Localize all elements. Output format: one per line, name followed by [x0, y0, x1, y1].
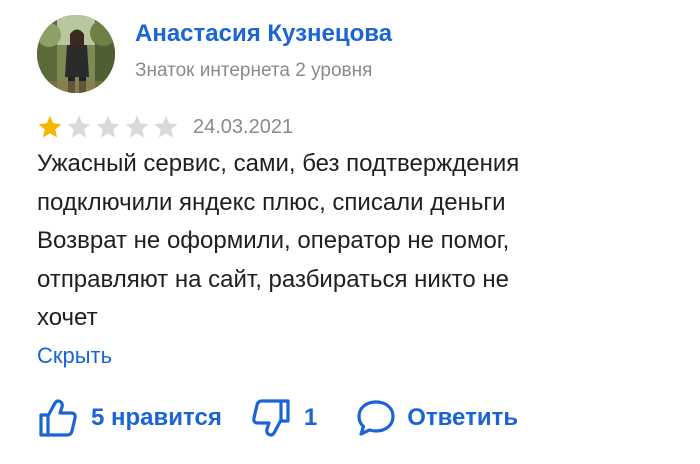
star-rating: [37, 114, 179, 140]
author-level: Знаток интернета 2 уровня: [135, 60, 373, 81]
author-name[interactable]: Анастасия Кузнецова: [135, 20, 392, 48]
thumbs-up-icon: [39, 399, 77, 437]
review-text-line: Возврат не оформили, оператор не помог,: [37, 227, 510, 254]
collapse-link[interactable]: Скрыть: [37, 343, 112, 369]
star-empty-icon: [96, 115, 120, 138]
star-filled-icon: [38, 115, 62, 138]
review-text-line: подключили яндекс плюс, списали деньги: [37, 188, 506, 216]
review-text: Ужасный сервис, сами, без подтверждения …: [37, 145, 667, 338]
avatar-photo: [37, 15, 115, 93]
review-text-line: отправляют на сайт, разбираться никто не: [37, 265, 509, 293]
like-count-label: 5 нравится: [91, 404, 222, 431]
star-empty-icon: [154, 115, 178, 138]
dislike-button[interactable]: 1: [250, 398, 317, 438]
reply-label: Ответить: [407, 404, 519, 431]
dislike-count-label: 1: [303, 404, 318, 431]
review-actions: 5 нравится 1 Ответить: [37, 396, 518, 440]
review-card: Анастасия Кузнецова Знаток интернета 2 у…: [0, 0, 700, 464]
like-button[interactable]: 5 нравится: [37, 398, 222, 438]
thumbs-down-icon: [252, 399, 290, 437]
rating-row: 24.03.2021: [37, 112, 293, 142]
star-empty-icon: [67, 115, 91, 138]
speech-bubble-icon: [357, 400, 395, 436]
star-empty-icon: [125, 115, 149, 138]
review-date: 24.03.2021: [193, 115, 294, 138]
reply-button[interactable]: Ответить: [355, 398, 518, 438]
review-text-line: Ужасный сервис, сами, без подтверждения: [37, 150, 520, 177]
review-text-line: хочет: [37, 304, 98, 331]
avatar[interactable]: [37, 15, 115, 93]
